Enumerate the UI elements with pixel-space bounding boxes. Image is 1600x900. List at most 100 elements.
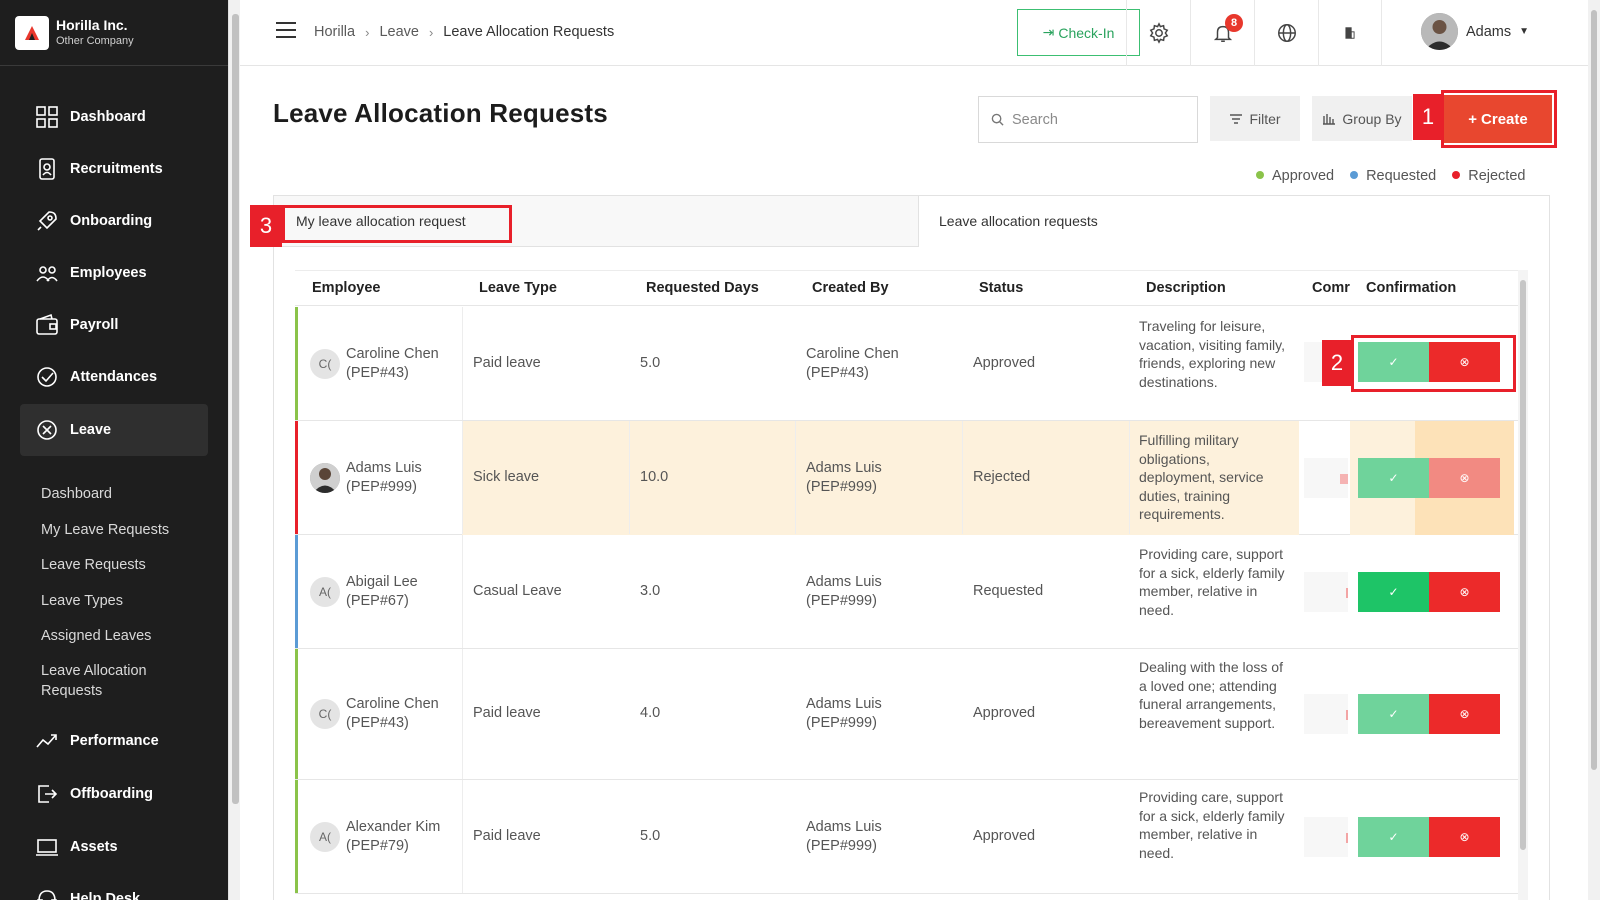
created-by: Adams Luis (806, 819, 882, 835)
employee-cell: Adams Luis (PEP#999) (310, 459, 422, 497)
sidebar-sub-leave-types[interactable]: Leave Types (41, 591, 201, 611)
company-name: Horilla Inc. (56, 17, 128, 33)
filter-button[interactable]: Filter (1210, 96, 1300, 141)
sidebar-item-employees[interactable]: Employees (20, 247, 208, 299)
sidebar-sub-assigned-leaves[interactable]: Assigned Leaves (41, 626, 201, 646)
legend-requested[interactable]: Requested (1350, 168, 1436, 184)
sidebar-item-label: Payroll (70, 317, 119, 333)
table-scrollbar[interactable] (1518, 270, 1528, 900)
leave-type: Sick leave (473, 469, 540, 485)
notification-count-badge: 8 (1225, 14, 1243, 32)
sidebar-item-label: Recruitments (70, 161, 163, 177)
page-scrollbar[interactable] (1588, 0, 1600, 900)
approve-button[interactable]: ✓ (1358, 817, 1429, 857)
requested-days: 3.0 (640, 583, 661, 599)
language-button[interactable] (1254, 0, 1318, 66)
sidebar-item-assets[interactable]: Assets (20, 821, 208, 873)
sidebar-item-recruitments[interactable]: Recruitments (20, 143, 208, 195)
status: Rejected (973, 469, 1031, 485)
settings-button[interactable] (1126, 0, 1190, 66)
annotation-box-confirmation (1351, 335, 1516, 392)
sidebar-sub-dashboard[interactable]: Dashboard (41, 484, 201, 504)
sidebar-scrollbar[interactable] (228, 0, 240, 900)
sidebar-sub-leave-requests[interactable]: Leave Requests (41, 555, 201, 575)
col-comment[interactable]: Comr (1312, 280, 1350, 296)
sidebar-item-attendances[interactable]: Attendances (20, 351, 208, 403)
headset-icon (35, 887, 59, 900)
search-icon (991, 113, 1004, 126)
sidebar-item-dashboard[interactable]: Dashboard (20, 91, 208, 143)
check-in-button[interactable]: ⇥ Check-In (1017, 9, 1140, 56)
sidebar-item-performance[interactable]: Performance (20, 715, 208, 767)
globe-icon (1277, 24, 1296, 42)
group-by-button[interactable]: Group By (1312, 96, 1412, 141)
approve-button[interactable]: ✓ (1358, 572, 1429, 612)
employee-cell: C( Caroline Chen (PEP#43) (310, 345, 439, 383)
col-leave-type[interactable]: Leave Type (479, 280, 557, 296)
exit-icon (35, 782, 59, 806)
table-row[interactable]: A( Alexander Kim (PEP#79) Paid leave 5.0 … (295, 780, 1518, 894)
status: Approved (973, 705, 1036, 721)
status-bar (295, 535, 298, 648)
sidebar-sub-my-leave-requests[interactable]: My Leave Requests (41, 520, 201, 540)
comment-button[interactable] (1304, 694, 1348, 734)
people-icon (35, 261, 59, 285)
created-by-id: (PEP#43) (806, 365, 869, 381)
comment-button[interactable] (1304, 572, 1348, 612)
requested-days: 4.0 (640, 705, 661, 721)
employee-id: (PEP#79) (346, 838, 409, 854)
check-icon: ✓ (1388, 830, 1399, 844)
menu-toggle-icon[interactable] (276, 22, 296, 42)
approve-button[interactable]: ✓ (1358, 458, 1429, 498)
notifications-button[interactable]: 8 (1190, 0, 1254, 66)
dot-icon (1256, 171, 1264, 180)
employee-name: Caroline Chen (346, 346, 439, 362)
annotation-number: 1 (1413, 94, 1443, 140)
table-row[interactable]: A( Abigail Lee (PEP#67) Casual Leave 3.0 … (295, 535, 1518, 649)
legend-approved[interactable]: Approved (1256, 168, 1334, 184)
employee-id: (PEP#43) (346, 365, 409, 381)
company-switch-button[interactable] (1318, 0, 1382, 66)
description: Providing care, support for a sick, elde… (1139, 789, 1285, 861)
legend-rejected[interactable]: Rejected (1452, 168, 1525, 184)
approve-button[interactable]: ✓ (1358, 694, 1429, 734)
requested-days: 10.0 (640, 469, 669, 485)
col-employee[interactable]: Employee (312, 280, 381, 296)
search-input[interactable] (1012, 111, 1182, 128)
sidebar-item-offboarding[interactable]: Offboarding (20, 768, 208, 820)
sidebar-item-label: Employees (70, 265, 147, 281)
cancel-icon: ⊗ (1459, 830, 1470, 844)
col-status[interactable]: Status (979, 280, 1023, 296)
comment-button[interactable] (1304, 458, 1348, 498)
reject-button[interactable]: ⊗ (1429, 458, 1500, 498)
sidebar-item-leave[interactable]: Leave (20, 404, 208, 456)
reject-button[interactable]: ⊗ (1429, 817, 1500, 857)
status: Approved (973, 355, 1036, 371)
reject-button[interactable]: ⊗ (1429, 572, 1500, 612)
created-by-id: (PEP#999) (806, 593, 877, 609)
avatar (1421, 13, 1458, 50)
col-description[interactable]: Description (1146, 280, 1226, 296)
status: Requested (973, 583, 1044, 599)
sidebar-item-payroll[interactable]: Payroll (20, 299, 208, 351)
sidebar-item-help-desk[interactable]: Help Desk (20, 873, 208, 900)
user-menu[interactable]: Adams ▼ (1421, 13, 1529, 50)
tab-leave-allocation-requests[interactable]: Leave allocation requests (919, 195, 1550, 247)
reject-button[interactable]: ⊗ (1429, 694, 1500, 734)
table-row[interactable]: C( Caroline Chen (PEP#43) Paid leave 4.0 … (295, 649, 1518, 780)
description: Providing care, support for a sick, elde… (1139, 546, 1285, 618)
col-created-by[interactable]: Created By (812, 280, 889, 296)
laptop-icon (35, 835, 59, 859)
breadcrumb-home[interactable]: Horilla (314, 24, 355, 40)
company-subtitle: Other Company (56, 35, 134, 47)
table-row[interactable]: Adams Luis (PEP#999) Sick leave 10.0 Adam… (295, 421, 1518, 535)
col-requested-days[interactable]: Requested Days (646, 280, 759, 296)
breadcrumb-leave[interactable]: Leave (379, 24, 419, 40)
brand[interactable]: Horilla Inc. Other Company (0, 0, 228, 66)
sidebar-item-onboarding[interactable]: Onboarding (20, 195, 208, 247)
sidebar-sub-leave-allocation-requests[interactable]: Leave Allocation Requests (41, 661, 201, 701)
search-box[interactable] (978, 96, 1198, 143)
col-confirmation[interactable]: Confirmation (1366, 280, 1456, 296)
description: Fulfilling military obligations, deploym… (1139, 432, 1264, 522)
comment-button[interactable] (1304, 817, 1348, 857)
